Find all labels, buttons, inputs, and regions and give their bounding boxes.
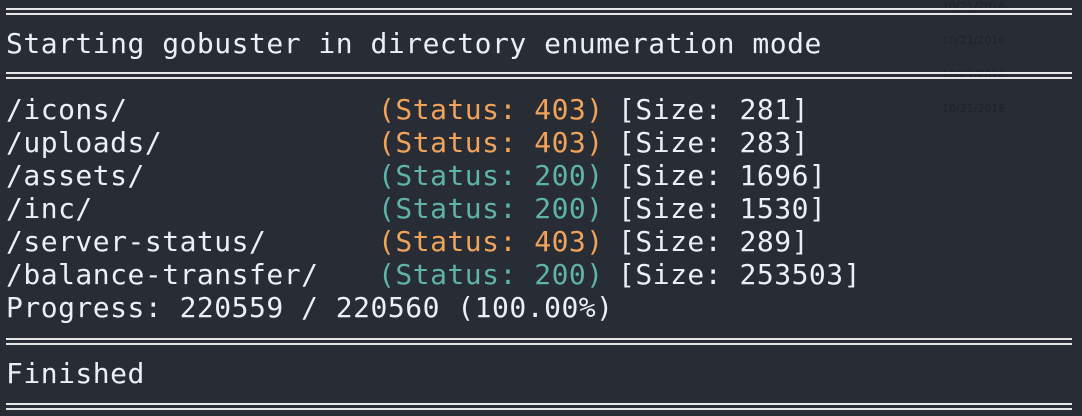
result-path: /server-status/ (6, 225, 267, 258)
finished-text: Finished (6, 357, 145, 390)
result-path: /assets/ (6, 159, 145, 192)
top-separator (6, 8, 1072, 15)
background-date: 10/21/2016 (942, 102, 1006, 115)
bottom-separator (6, 403, 1072, 410)
result-path: /inc/ (6, 192, 93, 225)
result-row: /icons/ (Status: 403) [Size: 281] (6, 93, 809, 126)
header-separator (6, 72, 1072, 79)
result-row: /assets/ (Status: 200) [Size: 1696] (6, 159, 826, 192)
result-path: /uploads/ (6, 126, 163, 159)
result-status: (Status: 200) (378, 192, 604, 225)
result-size: [Size: 1696] (618, 159, 827, 192)
result-status: (Status: 200) (378, 159, 604, 192)
header-text: Starting gobuster in directory enumerati… (6, 27, 822, 60)
result-status: (Status: 403) (378, 93, 604, 126)
result-status: (Status: 200) (378, 258, 604, 291)
result-path: /balance-transfer/ (6, 258, 319, 291)
result-size: [Size: 1530] (618, 192, 827, 225)
result-row: /uploads/ (Status: 403) [Size: 283] (6, 126, 809, 159)
progress-text: Progress: 220559 / 220560 (100.00%) (6, 291, 614, 324)
result-row: /balance-transfer/ (Status: 200) [Size: 25… (6, 258, 861, 291)
result-size: [Size: 281] (618, 93, 809, 126)
background-date: 10/21/2016 (942, 34, 1006, 47)
result-size: [Size: 289] (618, 225, 809, 258)
result-status: (Status: 403) (378, 225, 604, 258)
result-size: [Size: 283] (618, 126, 809, 159)
result-row: /server-status/ (Status: 403) [Size: 289] (6, 225, 809, 258)
result-row: /inc/ (Status: 200) [Size: 1530] (6, 192, 826, 225)
result-status: (Status: 403) (378, 126, 604, 159)
result-path: /icons/ (6, 93, 128, 126)
result-size: [Size: 253503] (618, 258, 862, 291)
progress-separator (6, 338, 1072, 345)
